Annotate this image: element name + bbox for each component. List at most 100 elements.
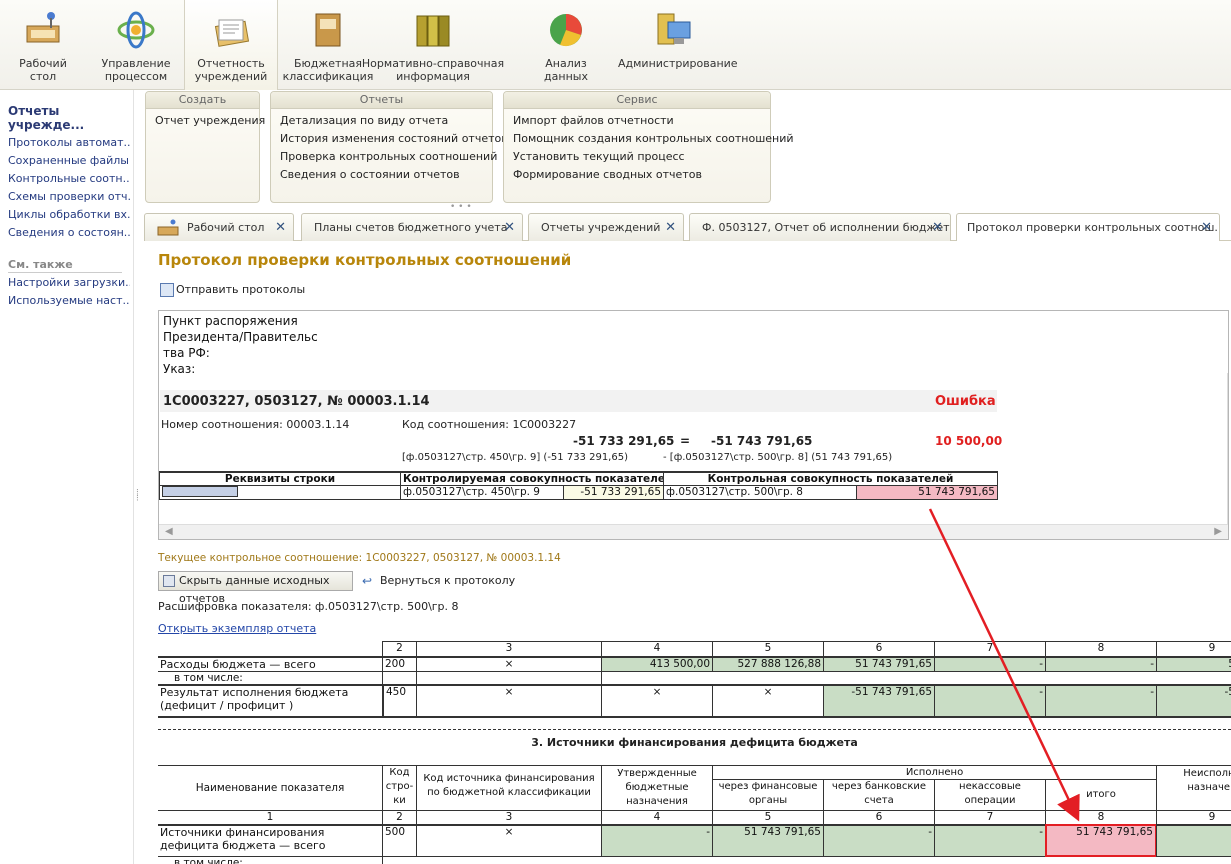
action-status-info[interactable]: Сведения о состоянии отчетов	[280, 168, 460, 181]
section-process[interactable]: Управление процессом	[93, 0, 179, 90]
nav-item-status-info[interactable]: Сведения о состоян...	[8, 226, 130, 239]
control-ref: ф.0503127\стр. 500\гр. 8	[663, 485, 857, 500]
row-result-c4: ×	[601, 684, 713, 718]
close-icon[interactable]: ✕	[932, 214, 943, 241]
row-expenses-c7: -	[934, 656, 1046, 672]
section-analysis[interactable]: Анализ данных	[520, 0, 612, 90]
action-set-process[interactable]: Установить текущий процесс	[513, 150, 685, 163]
cn-6: 6	[823, 810, 935, 825]
ratio-number: Номер соотношения: 00003.1.14	[161, 418, 350, 431]
page-title: Протокол проверки контрольных соотношени…	[158, 251, 572, 269]
row-sources-incl: в том числе:	[158, 856, 383, 864]
nav-item-used-settings[interactable]: Используемые наст...	[8, 294, 130, 307]
binders-icon	[416, 15, 450, 47]
tab-institution-reports[interactable]: Отчеты учреждений ✕	[528, 213, 684, 241]
report-vertical-scrollbar[interactable]	[1227, 373, 1228, 539]
nav-item-saved-files[interactable]: Сохраненные файлы...	[8, 154, 130, 167]
classification-icon	[315, 13, 341, 47]
hdr-total: итого	[1045, 779, 1157, 811]
splitter-handle[interactable]: ⁝ ⁝	[136, 489, 142, 504]
header-control: Контрольная совокупность показателей	[663, 471, 998, 486]
nav-title: Отчеты учрежде...	[8, 104, 85, 132]
row-sources-c7: -	[934, 824, 1046, 857]
header-row-details: Реквизиты строки	[159, 471, 401, 486]
pie-chart-icon	[550, 14, 582, 47]
hdr-executed: Исполнено	[712, 765, 1157, 780]
row-expenses-c9: 51 743	[1156, 656, 1231, 672]
row-sources-src: ×	[416, 824, 602, 857]
scroll-right-icon[interactable]: ▶	[1214, 526, 1222, 537]
tab-label: Ф. 0503127, Отчет об исполнении бюджет..…	[702, 221, 951, 234]
desktop-icon	[157, 219, 179, 236]
selection-cursor	[162, 486, 238, 497]
col-num-5: 5	[712, 641, 824, 657]
desktop-icon	[26, 12, 60, 43]
cn-5: 5	[712, 810, 824, 825]
close-icon[interactable]: ✕	[504, 214, 515, 241]
row-sources-c6: -	[823, 824, 935, 857]
row-incl-src	[416, 671, 602, 685]
nav-item-control-ratios[interactable]: Контрольные соотн...	[8, 172, 130, 185]
cn-4: 4	[601, 810, 713, 825]
nav-item-load-settings[interactable]: Настройки загрузки...	[8, 276, 130, 289]
hdr-noncash: некассовые операции	[934, 779, 1046, 811]
row-expenses-name: Расходы бюджета — всего	[158, 656, 383, 672]
report-horizontal-scrollbar[interactable]: ◀ ▶	[159, 524, 1228, 539]
col-num-7: 7	[934, 641, 1046, 657]
hdr-source: Код источника финансирования по бюджетно…	[416, 765, 602, 811]
close-icon[interactable]: ✕	[665, 214, 676, 241]
tab-label: Протокол проверки контрольных соотнош...	[967, 221, 1220, 234]
row-result-code: 450	[382, 684, 417, 718]
right-formula: - [ф.0503127\стр. 500\гр. 8] (51 743 791…	[663, 452, 893, 463]
control-value: 51 743 791,65	[856, 485, 998, 500]
nav-item-check-schemes[interactable]: Схемы проверки отч...	[8, 190, 130, 203]
close-icon[interactable]: ✕	[275, 214, 286, 241]
row-details-cell[interactable]	[159, 485, 401, 500]
row-incl-code	[382, 671, 417, 685]
row-expenses-c8: -	[1045, 656, 1157, 672]
action-new-report[interactable]: Отчет учреждения	[155, 114, 265, 127]
send-protocols-button[interactable]: Отправить протоколы	[160, 283, 305, 297]
section-admin[interactable]: Администрирование	[618, 0, 738, 90]
action-import-files[interactable]: Импорт файлов отчетности	[513, 114, 674, 127]
panel-resize-grip[interactable]: • • •	[450, 202, 472, 212]
order-line-2: Президента/Правительс	[163, 330, 318, 344]
hdr-unexecuted: Неисполне назначен	[1156, 765, 1231, 811]
back-to-protocol-button[interactable]: ↩ Вернуться к протоколу	[362, 574, 515, 588]
action-detail-by-type[interactable]: Детализация по виду отчета	[280, 114, 448, 127]
section-reports[interactable]: Отчетность учреждений	[184, 0, 278, 90]
row-expenses-code: 200	[382, 656, 417, 672]
hdr-via-bank: через банковские счета	[823, 779, 935, 811]
row-result-c6: -51 743 791,65	[823, 684, 935, 718]
action-summary-reports[interactable]: Формирование сводных отчетов	[513, 168, 702, 181]
header-controlled: Контролируемая совокупность показателей	[400, 471, 664, 486]
cn-8: 8	[1045, 810, 1157, 825]
action-check-ratios[interactable]: Проверка контрольных соотношений	[280, 150, 497, 163]
decoding-label: Расшифровка показателя: ф.0503127\стр. 5…	[158, 600, 459, 613]
section-desktop[interactable]: Рабочий стол	[0, 0, 86, 90]
action-status-history[interactable]: История изменения состояний отчетов	[280, 132, 508, 145]
tab-protocol[interactable]: Протокол проверки контрольных соотнош...…	[956, 213, 1220, 242]
nav-item-processing-cycles[interactable]: Циклы обработки вх...	[8, 208, 130, 221]
order-line-4: Указ:	[163, 362, 196, 376]
cn-1: 1	[158, 810, 383, 825]
close-icon[interactable]: ✕	[1201, 214, 1212, 241]
tab-accounts[interactable]: Планы счетов бюджетного учета ✕	[301, 213, 523, 241]
server-icon	[657, 13, 691, 45]
open-report-link[interactable]: Открыть экземпляр отчета	[158, 622, 316, 635]
section-reference[interactable]: Нормативно-справочная информация	[355, 0, 511, 90]
hide-source-data-button[interactable]: Скрыть данные исходных отчетов	[158, 571, 353, 605]
action-ratio-wizard[interactable]: Помощник создания контрольных соотношени…	[513, 132, 794, 145]
panel-service-header: Сервис	[504, 92, 770, 109]
row-result-c5: ×	[712, 684, 824, 718]
tab-form-0503127[interactable]: Ф. 0503127, Отчет об исполнении бюджет..…	[689, 213, 951, 241]
col-num-3: 3	[416, 641, 602, 657]
nav-item-auto-protocols[interactable]: Протоколы автомат...	[8, 136, 130, 149]
tab-desktop[interactable]: Рабочий стол ✕	[144, 213, 294, 241]
order-line-1: Пункт распоряжения	[163, 314, 298, 328]
row-expenses-c4: 413 500,00	[601, 656, 713, 672]
section-3-title: 3. Источники финансирования дефицита бюд…	[531, 736, 858, 749]
cn-7: 7	[934, 810, 1046, 825]
panel-create: Создать Отчет учреждения	[145, 91, 265, 203]
scroll-left-icon[interactable]: ◀	[165, 526, 173, 537]
